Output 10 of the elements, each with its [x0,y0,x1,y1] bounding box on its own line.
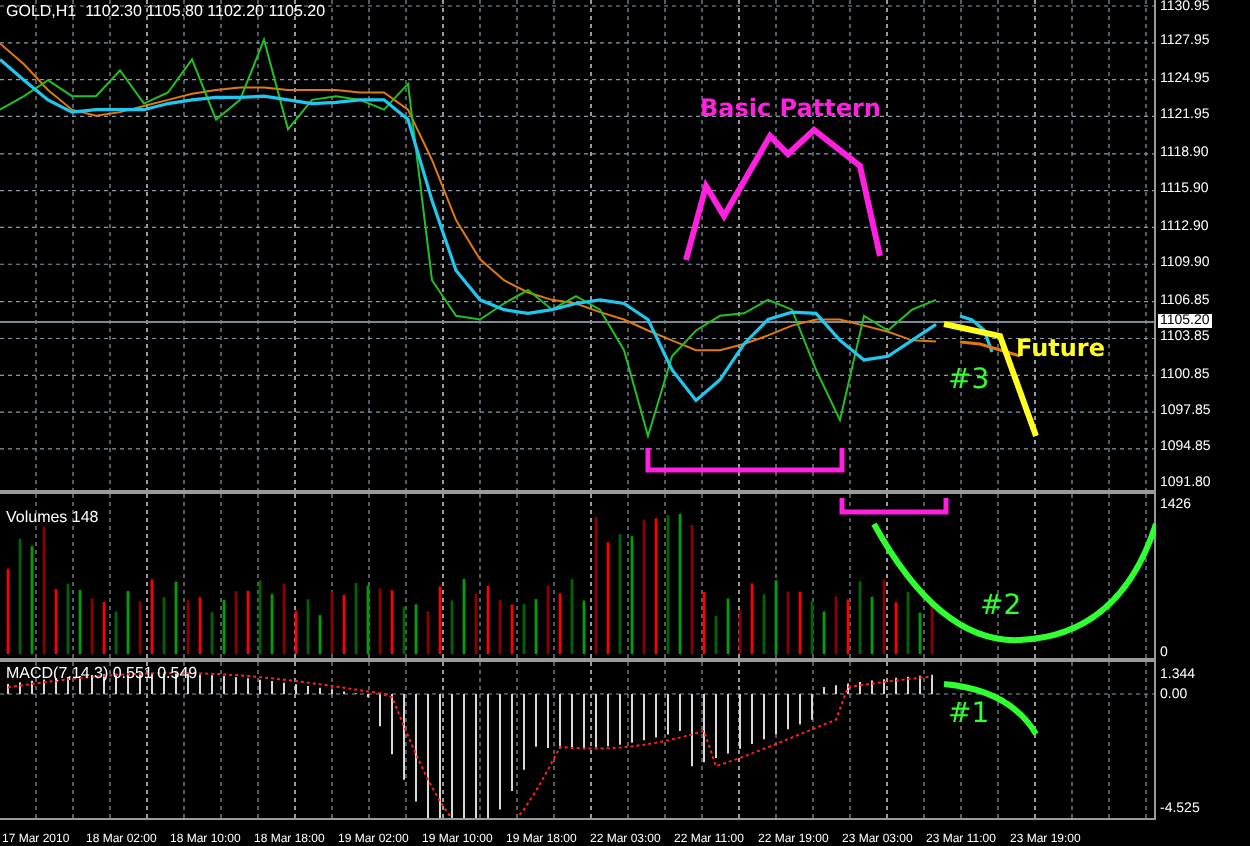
future-label: Future [1016,336,1105,360]
volume-label: Volumes 148 [6,510,99,526]
marker-label: #2 [980,592,1022,620]
marker-label: #1 [948,700,990,728]
macd-label: MACD(7,14,3) 0.551 0.549 [6,666,198,682]
bracket-line [839,498,949,515]
symbol-header: GOLD,H1 1102.30 1105.80 1102.20 1105.20 [6,4,326,20]
pattern-label: Basic Pattern [700,96,881,120]
marker-label: #3 [948,366,990,394]
arc-line [943,681,1039,736]
